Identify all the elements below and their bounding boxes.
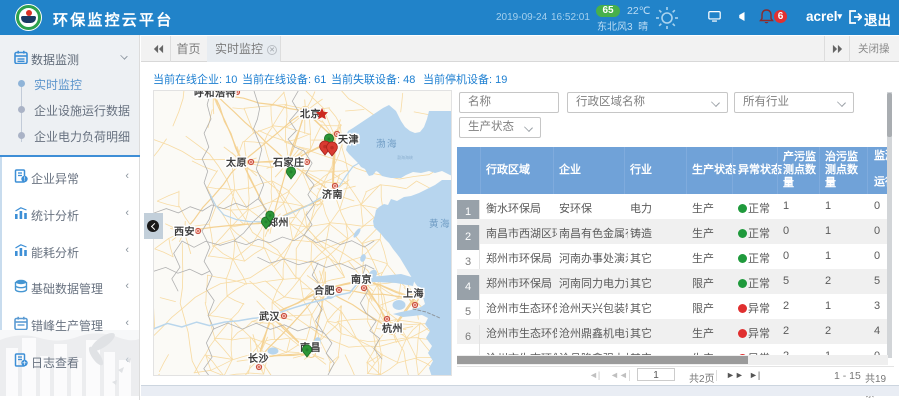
svg-text:长沙: 长沙: [248, 352, 269, 365]
svg-text:呼和浩特: 呼和浩特: [194, 91, 236, 100]
svg-text:天津: 天津: [338, 133, 359, 146]
svg-text:合肥: 合肥: [313, 284, 335, 297]
svg-text:南京: 南京: [351, 273, 372, 286]
svg-text:石家庄: 石家庄: [272, 156, 305, 169]
svg-text:黄海: 黄海: [429, 218, 451, 230]
svg-text:渤海: 渤海: [376, 138, 398, 150]
svg-text:西安: 西安: [174, 225, 195, 238]
svg-text:杭州: 杭州: [382, 322, 403, 335]
svg-text:上海: 上海: [403, 287, 424, 300]
svg-text:太原: 太原: [225, 156, 247, 169]
svg-text:济南: 济南: [322, 188, 343, 201]
svg-text:+: +: [22, 359, 27, 367]
svg-text:渤海海峡: 渤海海峡: [397, 154, 413, 160]
svg-text:武汉: 武汉: [259, 310, 281, 323]
